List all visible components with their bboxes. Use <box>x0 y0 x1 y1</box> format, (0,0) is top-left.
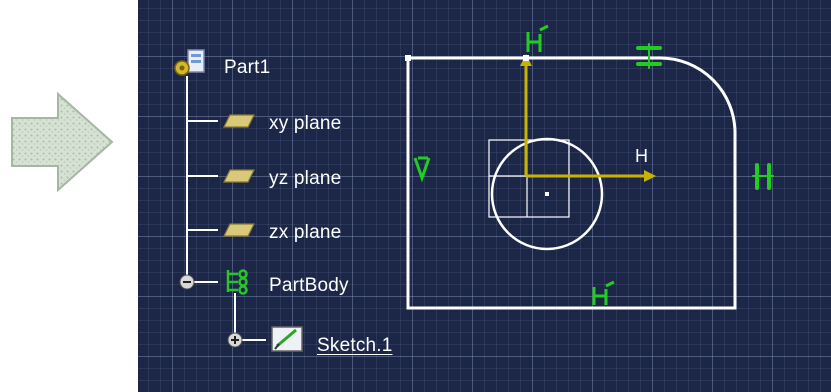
v-axis[interactable] <box>520 54 532 176</box>
h-axis[interactable] <box>526 170 656 182</box>
horizontal-marker-icon <box>592 280 615 305</box>
vertical-marker-icon <box>413 156 431 183</box>
vertical-constraint-icon[interactable] <box>752 163 774 190</box>
right-arrow-icon <box>0 80 120 200</box>
construction-grid <box>488 139 570 218</box>
horizontal-marker-icon <box>526 24 549 52</box>
h-axis-label: H <box>635 146 648 166</box>
sketch-geometry: H <box>405 24 774 310</box>
sketch-viewport[interactable]: Part1 xy plane yz plane zx plane PartBod… <box>138 0 831 392</box>
horizontal-constraint-icon[interactable] <box>636 43 662 69</box>
sketch-profile[interactable] <box>406 56 737 310</box>
